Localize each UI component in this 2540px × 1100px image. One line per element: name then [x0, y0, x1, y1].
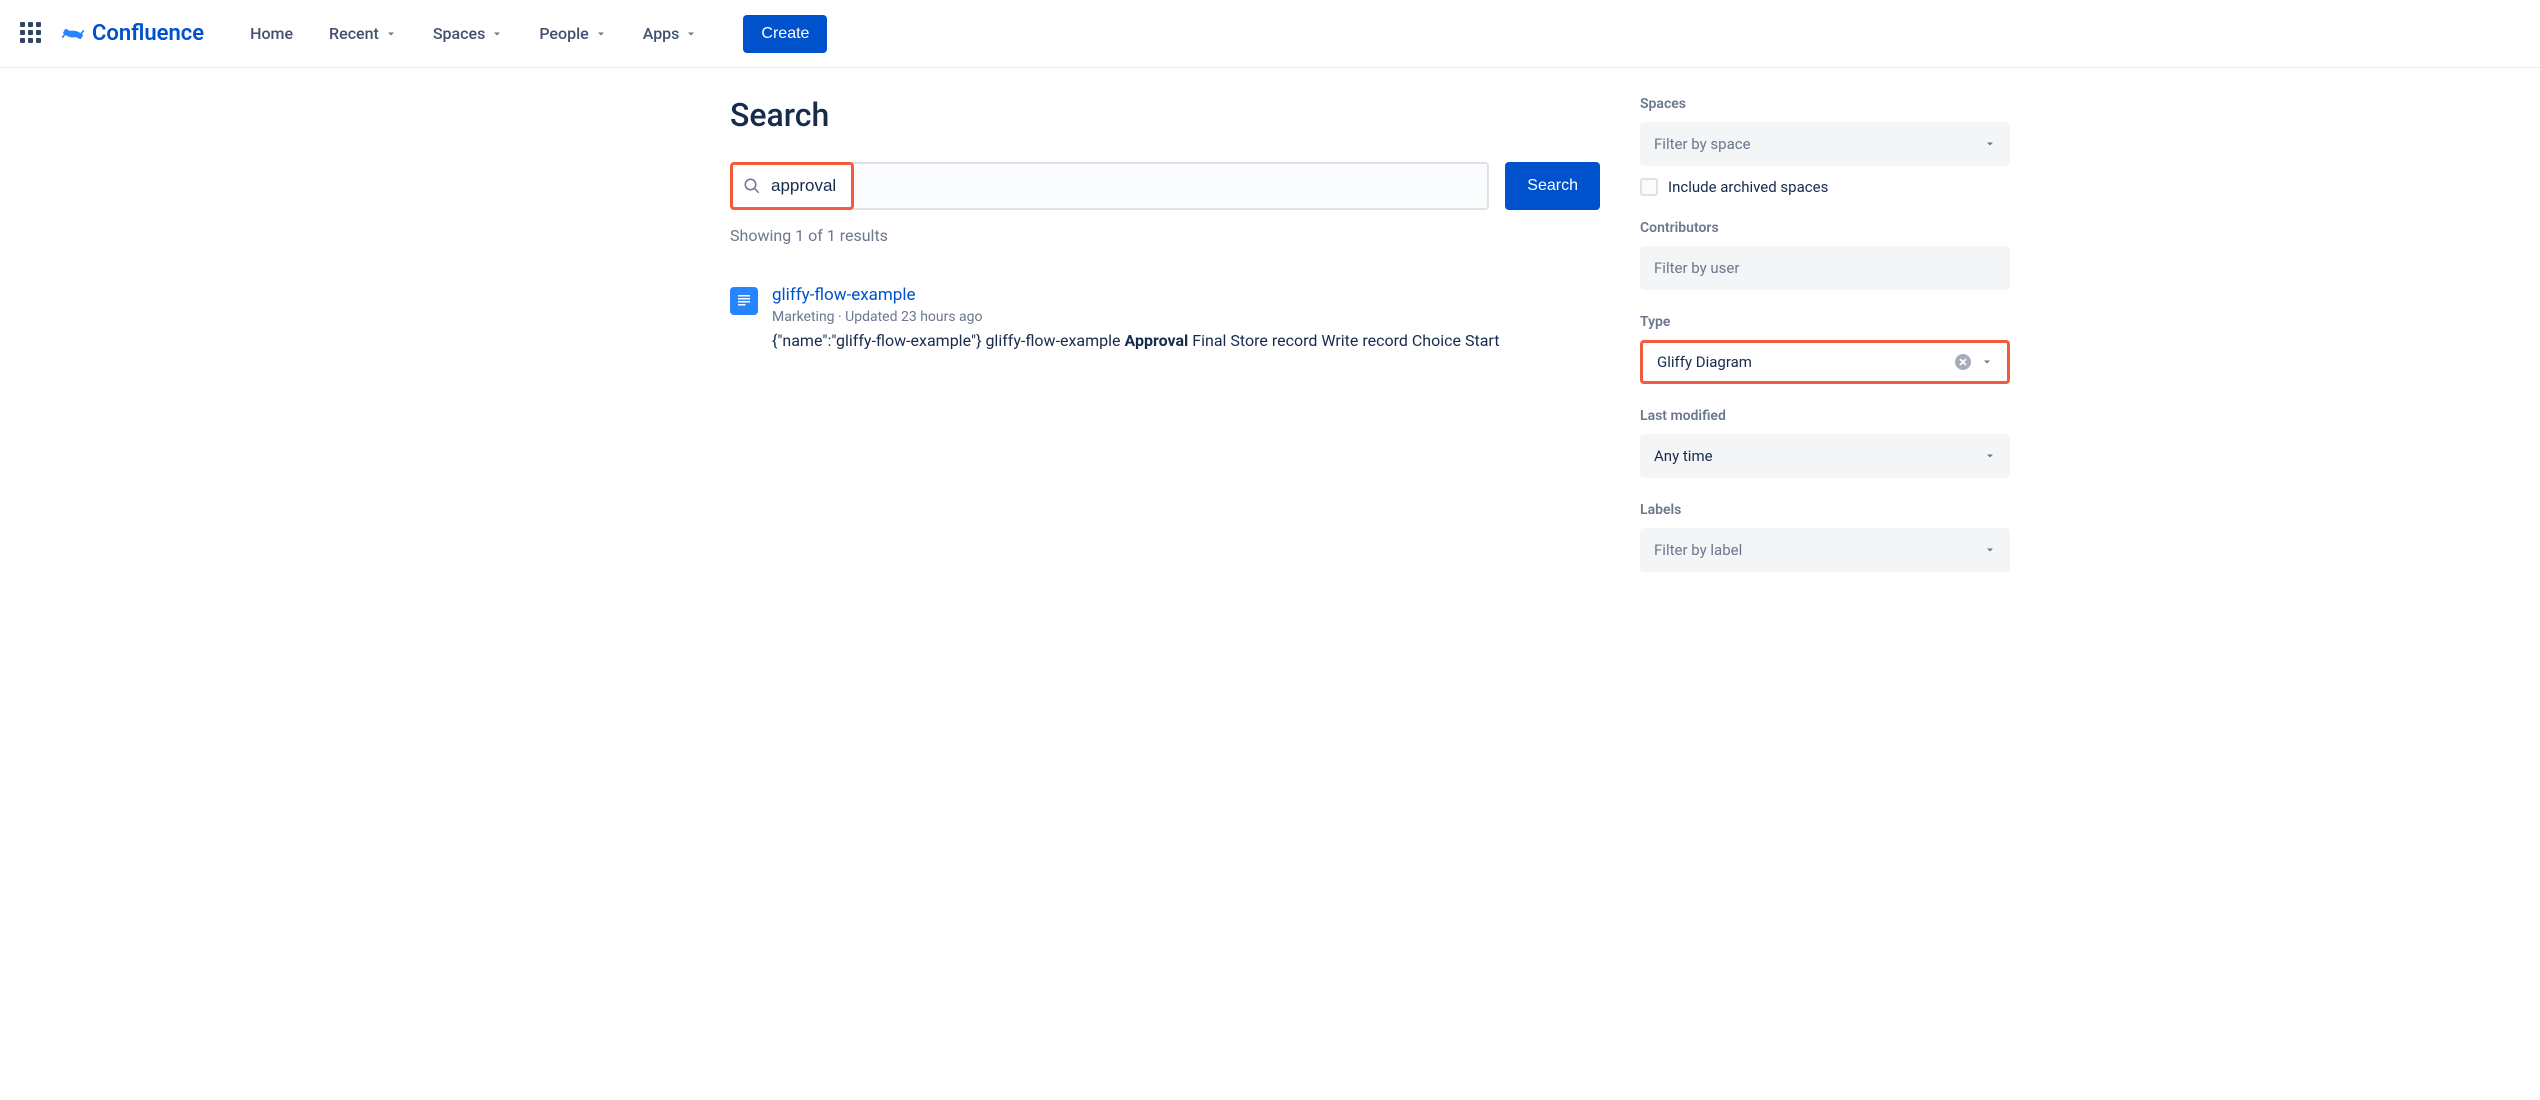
page-title: Search: [730, 96, 1600, 134]
filter-lastmodified-select[interactable]: Any time: [1640, 434, 2010, 478]
result-snippet: {"name":"gliffy-flow-example"} gliffy-fl…: [772, 331, 1499, 350]
nav-people[interactable]: People: [525, 16, 620, 51]
result-meta: Marketing · Updated 23 hours ago: [772, 309, 1499, 325]
chevron-down-icon: [595, 28, 607, 40]
filter-contributors-select[interactable]: Filter by user: [1640, 246, 2010, 290]
chevron-down-icon: [1981, 356, 1993, 368]
chevron-down-icon: [1984, 138, 1996, 150]
filter-type-select[interactable]: Gliffy Diagram: [1640, 340, 2010, 384]
search-result: gliffy-flow-example Marketing · Updated …: [730, 285, 1600, 350]
chevron-down-icon: [1984, 544, 1996, 556]
chevron-down-icon: [685, 28, 697, 40]
product-name: Confluence: [92, 21, 204, 46]
search-input-extended[interactable]: [852, 162, 1489, 210]
filter-labels-label: Labels: [1640, 502, 2010, 518]
checkbox-icon: [1640, 178, 1658, 196]
results-count: Showing 1 of 1 results: [730, 226, 1600, 245]
filter-contributors-label: Contributors: [1640, 220, 2010, 236]
chevron-down-icon: [491, 28, 503, 40]
filter-spaces-select[interactable]: Filter by space: [1640, 122, 2010, 166]
create-button[interactable]: Create: [743, 15, 827, 53]
chevron-down-icon: [1984, 450, 1996, 462]
filter-spaces-label: Spaces: [1640, 96, 2010, 112]
clear-icon[interactable]: [1955, 354, 1971, 370]
filters-sidebar: Spaces Filter by space Include archived …: [1640, 96, 2010, 596]
search-button[interactable]: Search: [1505, 162, 1600, 210]
include-archived-checkbox[interactable]: Include archived spaces: [1640, 178, 2010, 196]
top-nav: Confluence Home Recent Spaces People App…: [0, 0, 2540, 68]
nav-recent[interactable]: Recent: [315, 16, 411, 51]
nav-spaces[interactable]: Spaces: [419, 16, 517, 51]
app-switcher-icon[interactable]: [20, 22, 44, 46]
chevron-down-icon: [385, 28, 397, 40]
nav-home[interactable]: Home: [236, 16, 307, 51]
filter-type-label: Type: [1640, 314, 2010, 330]
filter-lastmodified-label: Last modified: [1640, 408, 2010, 424]
search-icon: [743, 177, 761, 195]
filter-labels-select[interactable]: Filter by label: [1640, 528, 2010, 572]
confluence-icon: [60, 21, 86, 47]
search-input[interactable]: [771, 176, 841, 196]
result-title-link[interactable]: gliffy-flow-example: [772, 285, 916, 305]
product-logo[interactable]: Confluence: [60, 21, 204, 47]
nav-apps[interactable]: Apps: [629, 16, 712, 51]
search-query-box[interactable]: [730, 162, 854, 210]
page-icon: [730, 287, 758, 315]
